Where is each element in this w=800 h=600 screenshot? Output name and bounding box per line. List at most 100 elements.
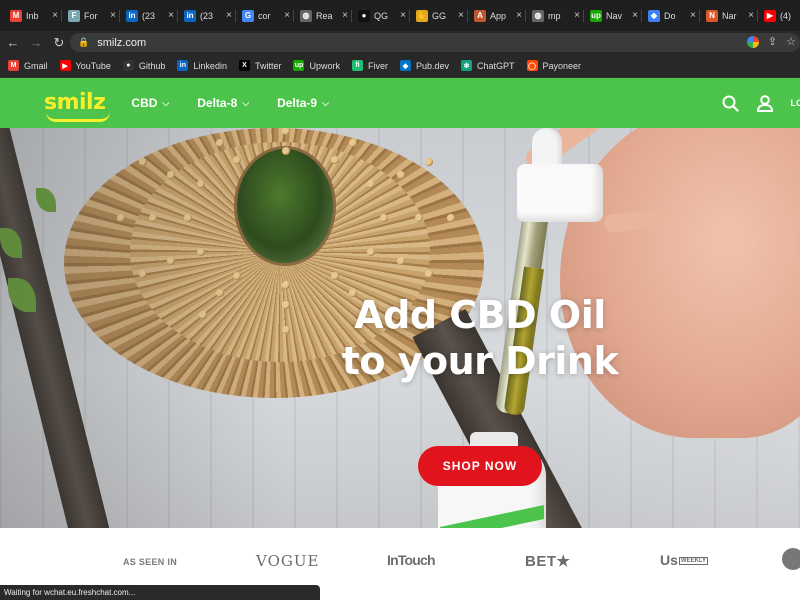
tab-label: GG (432, 10, 447, 21)
close-icon[interactable]: × (690, 10, 696, 21)
bookmarks-bar: M Gmail ▶ YouTube ● Github in Linkedin X Twitter u… (0, 54, 800, 78)
bookmark-linkedin[interactable]: in Linkedin (177, 60, 227, 71)
intouch-logo: InTouch (387, 552, 436, 568)
github-icon: ● (358, 9, 370, 22)
vogue-logo: VOGUE (256, 552, 320, 570)
google-icon[interactable] (746, 35, 759, 48)
chevron-down-icon: ⌵ (242, 97, 250, 108)
globe-icon: ◍ (300, 9, 312, 22)
close-icon[interactable]: × (284, 10, 290, 21)
fiverr-icon: fi (351, 60, 363, 71)
chevron-down-icon: ⌵ (322, 97, 329, 108)
chat-widget-icon[interactable] (782, 548, 800, 570)
bookmark-label: Twitter (254, 60, 282, 71)
linkedin-icon: in (126, 9, 138, 22)
back-icon[interactable]: ← (3, 33, 23, 53)
tab-label: App (490, 10, 507, 21)
google-icon: G (242, 9, 254, 22)
close-icon[interactable]: × (52, 10, 58, 21)
nav-item-cbd[interactable]: CBD ⌵ (131, 96, 169, 110)
diamond-icon: ◆ (648, 9, 660, 22)
close-icon[interactable]: × (516, 10, 522, 21)
url-text: smilz.com (97, 36, 147, 49)
bookmark-github[interactable]: ● Github (122, 60, 166, 71)
hero-title: Add CBD Oil to your Drink (320, 292, 640, 384)
bookmark-pub-dev[interactable]: ◆ Pub.dev (399, 60, 449, 71)
youtube-icon: ▶ (59, 60, 71, 71)
payoneer-icon: ◯ (526, 60, 538, 71)
browser-tab-strip: M Inb × F For × in (23 × in (23 × Gcor × ◍ Rea × ● QG × ✋ GG ×… (0, 0, 800, 31)
linkedin-icon: in (184, 9, 196, 22)
nav-item-delta-9[interactable]: Delta-9 ⌵ (277, 96, 329, 110)
app-icon: A (474, 9, 486, 22)
search-icon[interactable] (722, 95, 739, 112)
dart-icon: ◆ (399, 60, 411, 71)
openai-icon: ✻ (461, 60, 473, 71)
tab-label: For (84, 10, 98, 21)
browser-tab[interactable]: F For × (62, 4, 120, 28)
close-icon[interactable]: × (400, 10, 406, 21)
browser-tab[interactable]: in (23 × (120, 4, 178, 28)
upwork-icon: up (590, 9, 602, 22)
tab-label: Nar (722, 10, 737, 21)
browser-status-bar: Waiting for wchat.eu.freshchat.com... (0, 585, 320, 600)
close-icon[interactable]: × (226, 10, 232, 21)
bookmark-fiver[interactable]: fi Fiver (351, 60, 388, 71)
hero-title-line-2: to your Drink (341, 339, 619, 383)
tab-label: Inb (26, 10, 39, 21)
bookmark-label: Linkedin (193, 60, 227, 71)
browser-tab[interactable]: ✋ GG × (410, 4, 468, 28)
close-icon[interactable]: × (748, 10, 754, 21)
bookmark-gmail[interactable]: M Gmail (8, 60, 48, 71)
share-icon[interactable]: ⇪ (768, 35, 777, 48)
nav-item-label: Delta-9 (277, 96, 318, 110)
as-seen-in-label: AS SEEN IN (123, 557, 178, 567)
smilz-logo[interactable]: smilz (44, 92, 110, 122)
account-icon[interactable] (756, 94, 773, 112)
bookmark-label: Github (138, 60, 166, 71)
close-icon[interactable]: × (632, 10, 638, 21)
header-actions: LO (722, 78, 800, 128)
forward-icon[interactable]: → (26, 33, 46, 53)
bookmark-upwork[interactable]: up Upwork (293, 60, 340, 71)
app-icon: N (706, 9, 718, 22)
bookmark-star-icon[interactable]: ☆ (786, 35, 796, 48)
bookmark-label: ChatGPT (477, 60, 515, 71)
tab-label: cor (258, 10, 271, 21)
login-link[interactable]: LO (791, 98, 800, 108)
lock-icon[interactable]: 🔒 (78, 37, 89, 48)
close-icon[interactable]: × (342, 10, 348, 21)
bookmark-label: Fiver (367, 60, 388, 71)
github-icon: ● (122, 60, 134, 71)
browser-tab[interactable]: ● QG × (352, 4, 410, 28)
browser-tab[interactable]: ◆ Do × (642, 4, 700, 28)
browser-tab[interactable]: in (23 × (178, 4, 236, 28)
close-icon[interactable]: × (168, 10, 174, 21)
bookmark-label: YouTube (75, 60, 111, 71)
browser-tab[interactable]: N Nar × (700, 4, 758, 28)
bookmark-label: Gmail (24, 60, 48, 71)
close-icon[interactable]: × (458, 10, 464, 21)
browser-tab[interactable]: A App × (468, 4, 526, 28)
globe-icon: ◍ (532, 9, 544, 22)
bookmark-youtube[interactable]: ▶ YouTube (59, 60, 111, 71)
browser-tab[interactable]: ▶(4)× (758, 4, 800, 28)
browser-tab[interactable]: M Inb × (4, 4, 62, 28)
bookmark-twitter[interactable]: X Twitter (238, 60, 282, 71)
reload-icon[interactable]: ↻ (49, 33, 69, 53)
close-icon[interactable]: × (574, 10, 580, 21)
browser-tab[interactable]: ◍ Rea × (294, 4, 352, 28)
nav-item-delta-8[interactable]: Delta-8 ⌵ (197, 96, 249, 110)
bookmark-chatgpt[interactable]: ✻ ChatGPT (461, 60, 515, 71)
us-weekly-small: WEEKLY (678, 557, 709, 566)
close-icon[interactable]: × (110, 10, 116, 21)
address-bar[interactable]: 🔒 smilz.com ⇪ ☆ (70, 33, 800, 52)
browser-tab[interactable]: up Nav × (584, 4, 642, 28)
bookmark-payoneer[interactable]: ◯ Payoneer (526, 60, 581, 71)
browser-tab[interactable]: ◍ mp × (526, 4, 584, 28)
shop-now-button[interactable]: SHOP NOW (418, 446, 542, 486)
tab-label: (4) (780, 10, 791, 21)
tab-label: QG (374, 10, 389, 21)
browser-tab[interactable]: Gcor × (236, 4, 294, 28)
nav-item-label: Delta-8 (197, 96, 238, 110)
